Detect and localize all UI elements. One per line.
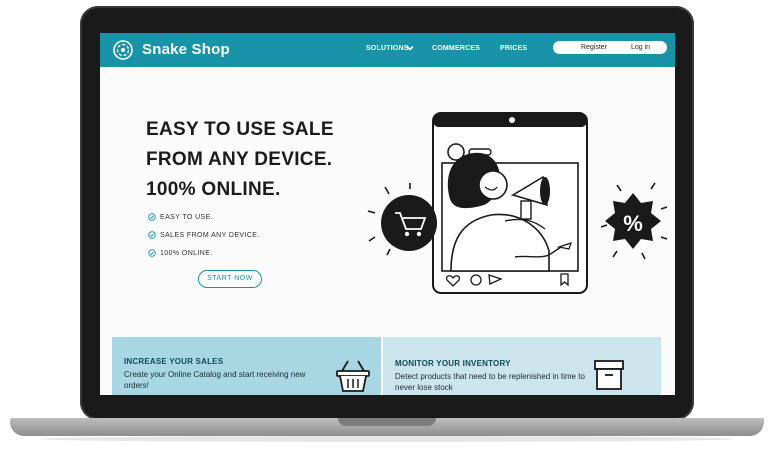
shopping-basket-icon [336,360,370,392]
nav-commerces[interactable]: COMMERCES [432,45,480,52]
login-button[interactable]: Log in [614,41,667,54]
card-text: Detect products that need to be replenis… [395,372,585,392]
hero-title-line-1: EASY TO USE SALE [146,119,334,140]
laptop-notch [338,418,436,426]
feature-card-inventory: MONITOR YOUR INVENTORY Detect products t… [383,337,661,395]
discount-badge-icon: % [600,182,668,260]
laptop-shadow [40,436,734,442]
card-text: Create your Online Catalog and start rec… [124,370,306,390]
svg-text:%: % [623,211,643,236]
chevron-down-icon[interactable] [406,44,414,52]
shopping-cart-icon [367,183,437,256]
feature-item-3: 100% ONLINE. [160,250,213,257]
box-icon [594,360,624,390]
start-now-button[interactable]: START NOW [198,270,262,288]
brand-name[interactable]: Snake Shop [142,41,230,58]
check-circle-icon [148,213,156,221]
card-title: INCREASE YOUR SALES [124,357,224,366]
navbar: Snake Shop SOLUTIONS COMMERCES PRICES Re… [100,33,675,67]
card-title: MONITOR YOUR INVENTORY [395,359,511,368]
hero-illustration: % [367,112,668,294]
feature-card-sales: INCREASE YOUR SALES Create your Online C… [112,337,381,395]
check-circle-icon [148,249,156,257]
hero-title-line-3: 100% ONLINE. [146,179,281,200]
snake-logo-icon[interactable] [112,39,134,61]
laptop-screen: Snake Shop SOLUTIONS COMMERCES PRICES Re… [100,33,675,395]
feature-item-2: SALES FROM ANY DEVICE. [160,232,260,239]
hero-title-line-2: FROM ANY DEVICE. [146,149,333,170]
nav-solutions[interactable]: SOLUTIONS [366,45,409,52]
check-circle-icon [148,231,156,239]
feature-item-1: EASY TO USE. [160,214,214,221]
nav-prices[interactable]: PRICES [500,45,527,52]
